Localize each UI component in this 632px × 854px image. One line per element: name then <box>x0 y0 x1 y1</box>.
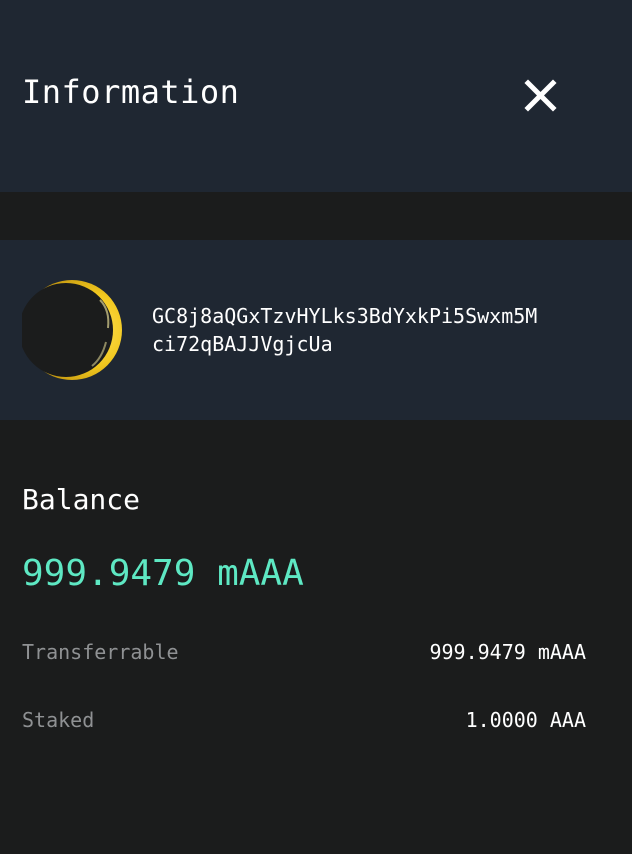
identicon-crescent-icon <box>19 280 122 380</box>
section-divider <box>0 192 632 240</box>
balance-section: Balance 999.9479 mAAA Transferrable 999.… <box>0 420 632 854</box>
transferrable-label: Transferrable <box>22 640 179 664</box>
close-button[interactable] <box>518 72 564 118</box>
staked-value: 1.0000 AAA <box>465 708 586 732</box>
balance-total: 999.9479 mAAA <box>22 553 304 594</box>
page-title: Information <box>22 73 240 111</box>
address-line-1: GC8j8aQGxTzvHYLks3BdYxkPi5Swxm5M <box>152 304 538 328</box>
information-modal: Information GC8j8aQGxTzvHYLks3BdYxkPi5Sw… <box>0 0 632 854</box>
modal-header: Information <box>0 0 632 192</box>
address-line-2: ci72qBAJJVgjcUa <box>152 332 333 356</box>
avatar <box>19 280 122 380</box>
transferrable-row: Transferrable 999.9479 mAAA <box>22 637 586 667</box>
close-icon <box>524 79 557 112</box>
account-card: GC8j8aQGxTzvHYLks3BdYxkPi5Swxm5M ci72qBA… <box>0 240 632 420</box>
account-address[interactable]: GC8j8aQGxTzvHYLks3BdYxkPi5Swxm5M ci72qBA… <box>152 302 602 358</box>
staked-label: Staked <box>22 708 95 732</box>
balance-label: Balance <box>22 483 141 516</box>
transferrable-value: 999.9479 mAAA <box>429 640 586 664</box>
staked-row: Staked 1.0000 AAA <box>22 705 586 735</box>
